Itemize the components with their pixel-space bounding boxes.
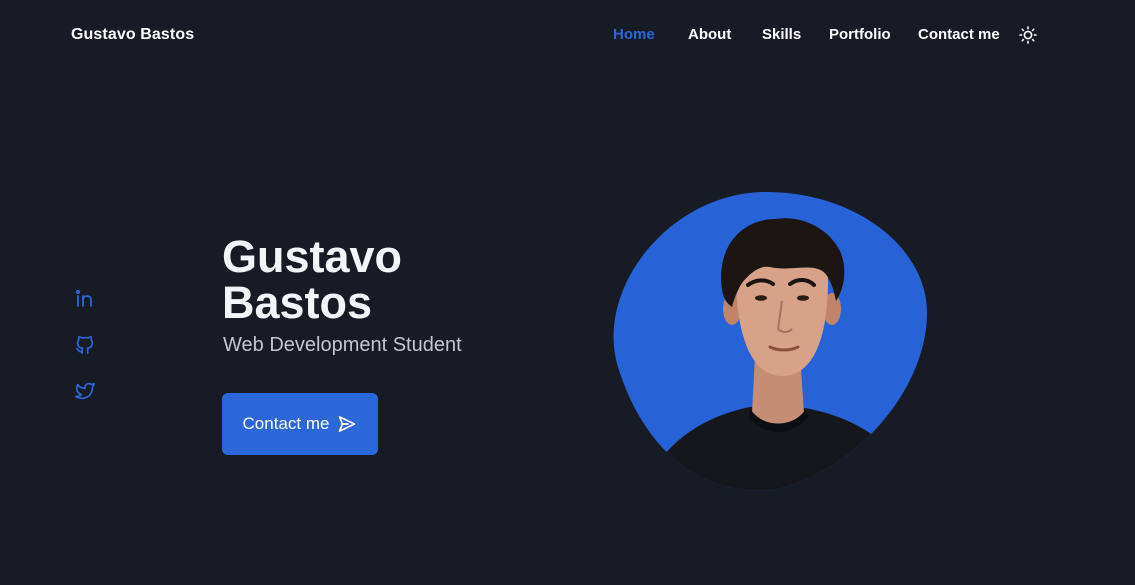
sun-icon[interactable] <box>1019 26 1037 44</box>
contact-me-label: Contact me <box>242 414 330 433</box>
main-nav: Home About Skills Portfolio Contact me <box>0 26 1135 48</box>
hero-title: Gustavo Bastos <box>222 234 542 326</box>
nav-home[interactable]: Home <box>613 26 655 43</box>
twitter-icon[interactable] <box>74 380 96 402</box>
site-header: Gustavo Bastos Home About Skills Portfol… <box>0 0 1135 72</box>
profile-portrait <box>600 185 935 495</box>
nav-skills[interactable]: Skills <box>762 26 801 43</box>
nav-contact[interactable]: Contact me <box>918 26 1000 43</box>
hero-title-first: Gustavo <box>222 231 403 282</box>
hero-subtitle: Web Development Student <box>223 334 462 356</box>
send-icon <box>339 416 356 432</box>
nav-portfolio[interactable]: Portfolio <box>829 26 891 43</box>
github-icon[interactable] <box>74 334 96 356</box>
contact-me-button[interactable]: Contact me <box>222 393 378 455</box>
linkedin-icon[interactable] <box>74 288 96 310</box>
nav-about[interactable]: About <box>688 26 731 43</box>
hero-title-last: Bastos <box>222 277 373 328</box>
